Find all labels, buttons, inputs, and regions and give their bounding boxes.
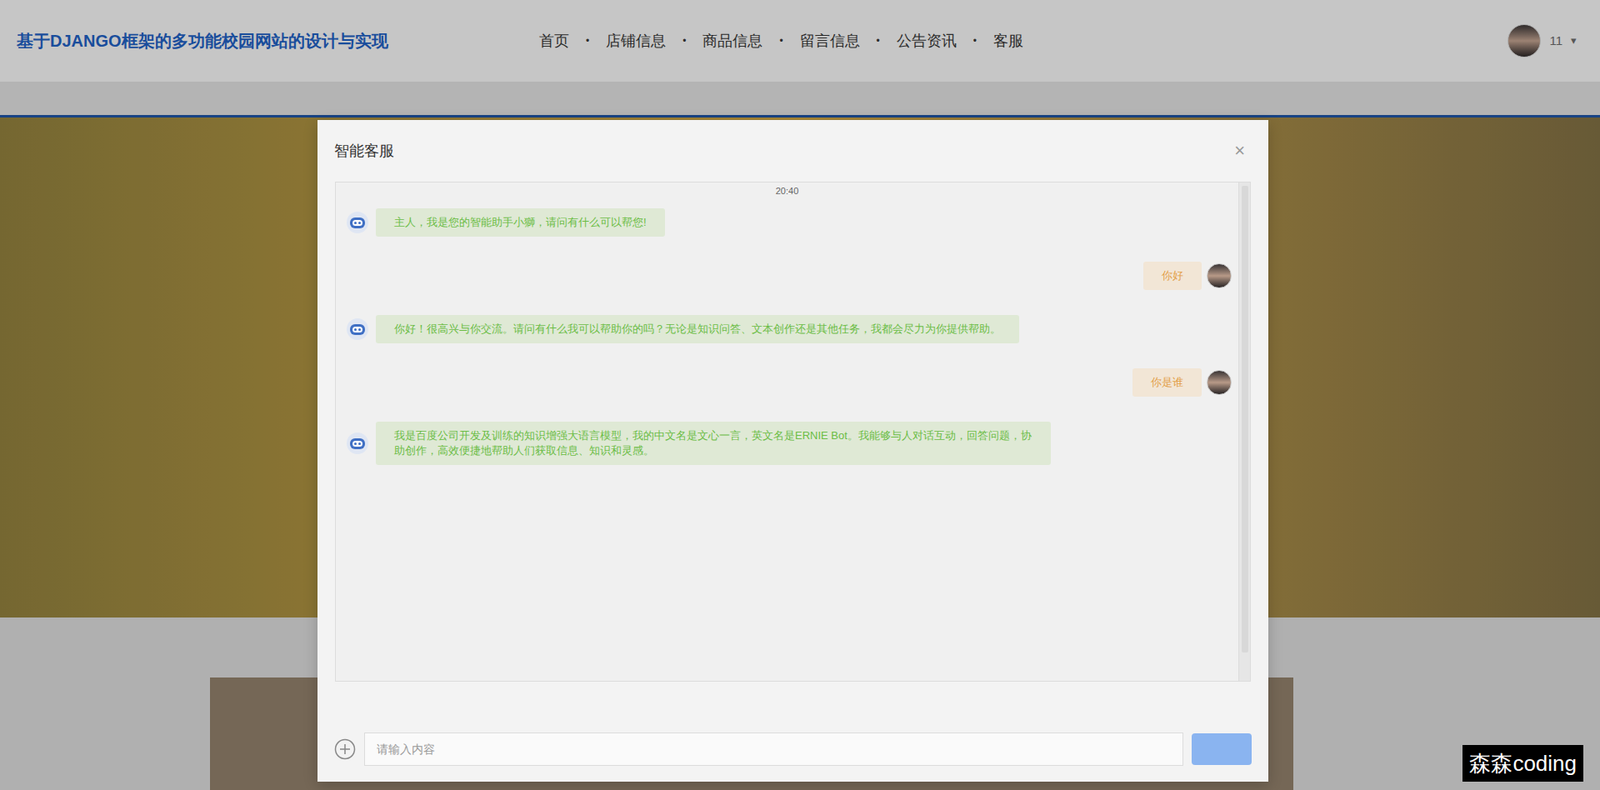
robot-icon [345,210,370,235]
close-button[interactable]: × [1234,141,1252,160]
message-list: 20:40 主人，我是您的智能助手小獅，请问有什么可以帮您! 你好你好！很高兴与你交… [335,182,1239,681]
input-row [317,732,1269,766]
bot-bubble: 我是百度公司开发及训练的知识增强大语言模型，我的中文名是文心一言，英文名是ERN… [375,421,1051,465]
bot-bubble: 你好！很高兴与你交流。请问有什么我可以帮助你的吗？无论是知识问答、文本创作还是其… [375,315,1020,344]
messages: 主人，我是您的智能助手小獅，请问有什么可以帮您! 你好你好！很高兴与你交流。请问有… [335,208,1239,465]
user-message: 你是谁 [335,368,1239,397]
message-input[interactable] [364,732,1184,766]
scrollbar[interactable] [1238,182,1250,681]
robot-icon [345,431,370,455]
user-avatar [1206,263,1232,289]
bot-message: 我是百度公司开发及训练的知识增强大语言模型，我的中文名是文心一言，英文名是ERN… [335,421,1239,465]
user-message: 你好 [335,261,1239,290]
robot-icon [345,317,370,341]
message-time: 20:40 [335,184,1239,199]
bot-message: 主人，我是您的智能助手小獅，请问有什么可以帮您! [335,208,1239,237]
chat-area: 20:40 主人，我是您的智能助手小獅，请问有什么可以帮您! 你好你好！很高兴与你交… [335,181,1251,682]
chat-dialog: 智能客服 × 20:40 主人，我是您的智能助手小獅，请问有什么可以帮您! 你好你好！很… [317,120,1269,782]
page: 基于DJANGO框架的多功能校园网站的设计与实现首页•店铺信息•商品信息•留言信… [0,0,1600,790]
add-icon[interactable] [334,738,356,760]
user-avatar [1206,370,1232,395]
user-bubble: 你好 [1143,261,1202,290]
watermark: 森森coding [1462,745,1584,782]
bot-message: 你好！很高兴与你交流。请问有什么我可以帮助你的吗？无论是知识问答、文本创作还是其… [335,315,1239,344]
dialog-header: 智能客服 × [317,120,1269,182]
dialog-title: 智能客服 [334,140,395,163]
bot-bubble: 主人，我是您的智能助手小獅，请问有什么可以帮您! [375,208,665,237]
send-button[interactable] [1191,733,1252,765]
user-bubble: 你是谁 [1132,368,1202,397]
scrollbar-thumb[interactable] [1241,185,1249,653]
